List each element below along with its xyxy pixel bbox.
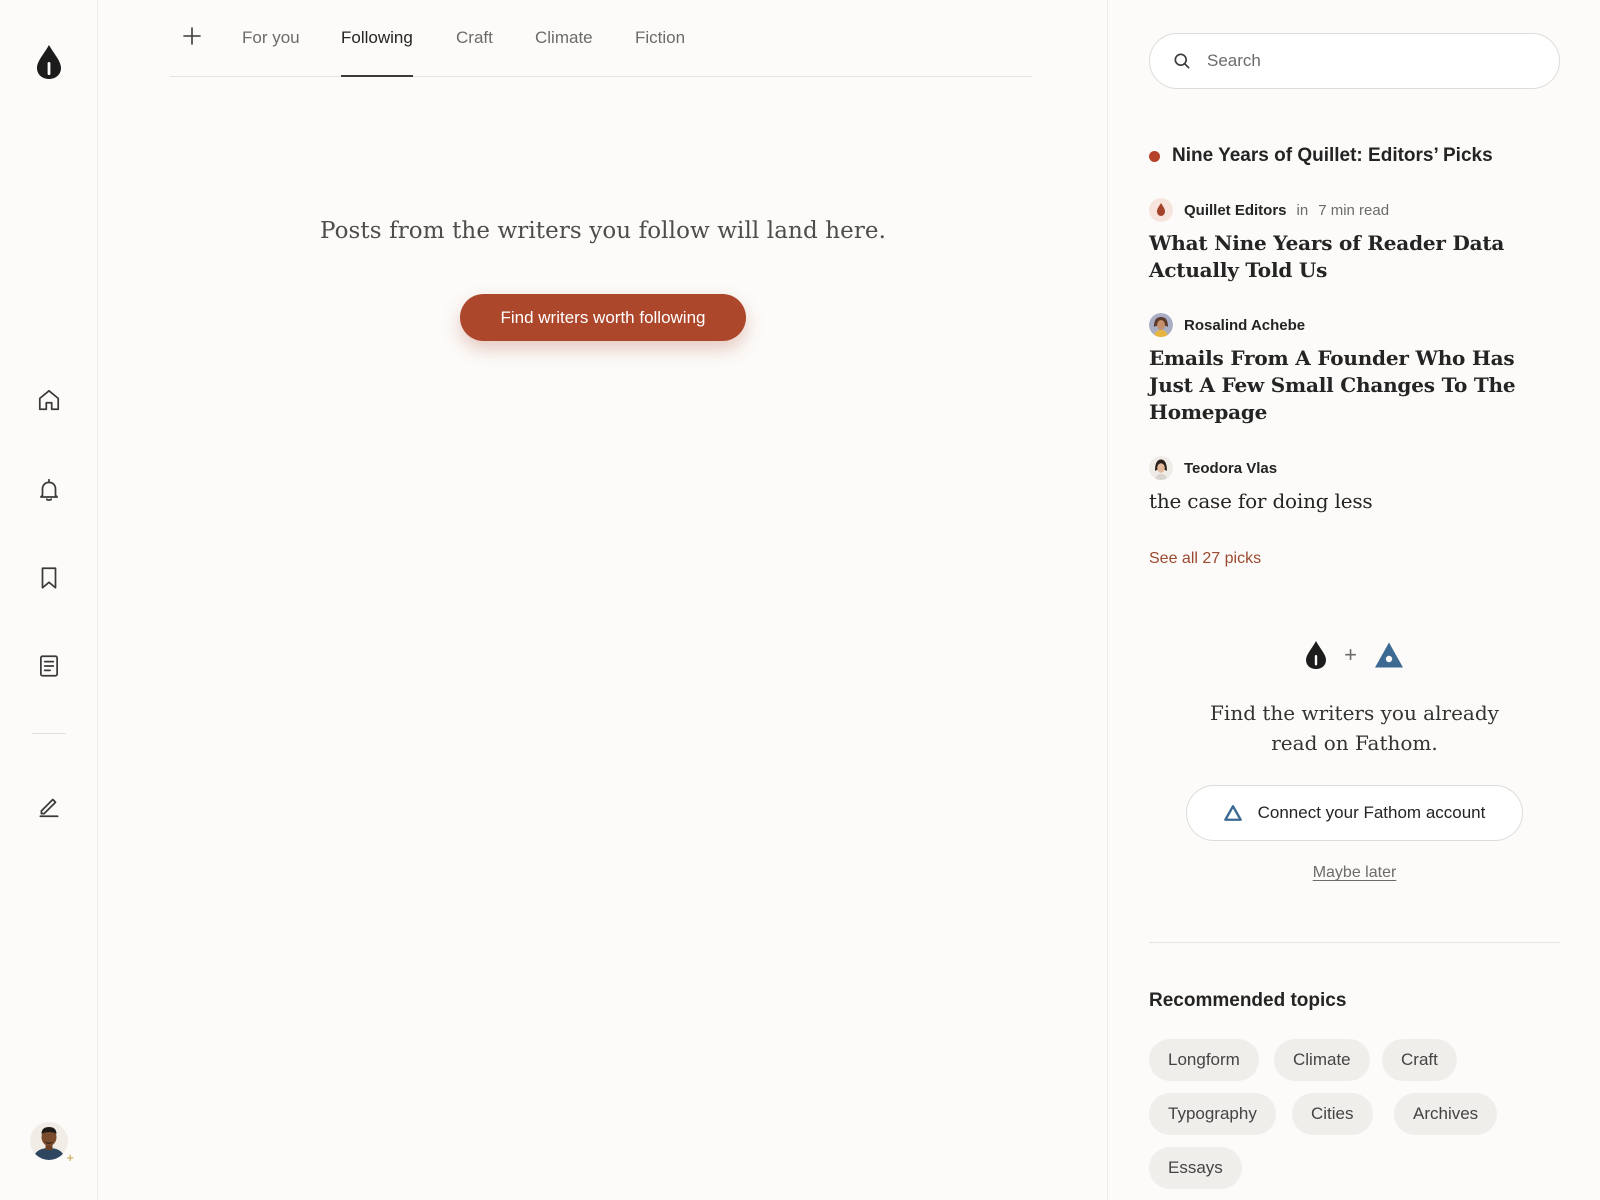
plus-sign: + (1344, 642, 1357, 667)
editors-picks-title: Nine Years of Quillet: Editors’ Picks (1172, 145, 1493, 166)
search-icon (1174, 53, 1190, 69)
pick-title[interactable]: What Nine Years of Reader Data Actually … (1149, 230, 1529, 284)
fathom-triangle-icon (1223, 805, 1242, 821)
topic-chip[interactable]: Climate (1274, 1039, 1370, 1081)
notifications-button[interactable] (29, 470, 69, 510)
pick-title[interactable]: the case for doing less (1149, 488, 1529, 515)
pick-meta: Teodora Vlas (1149, 456, 1529, 480)
rosalind-achebe-avatar[interactable] (1149, 313, 1173, 337)
tab-for-you[interactable]: For you (242, 28, 300, 76)
home-icon (38, 389, 60, 411)
pick-item: Rosalind Achebe Emails From A Founder Wh… (1149, 313, 1529, 426)
quill-drop-logo (1306, 641, 1327, 669)
tab-fiction[interactable]: Fiction (635, 28, 685, 76)
find-writers-button[interactable]: Find writers worth following (460, 294, 746, 341)
topic-chip[interactable]: Craft (1382, 1039, 1457, 1081)
pick-title[interactable]: Emails From A Founder Who Has Just A Few… (1149, 345, 1529, 426)
connect-text-line: Find the writers you already (1210, 701, 1499, 725)
rail-divider (32, 733, 66, 734)
empty-state-message: Posts from the writers you follow will l… (319, 218, 887, 244)
connect-fathom-card: + Find the writers you already read on F… (1149, 632, 1560, 892)
pick-item: Teodora Vlas the case for doing less (1149, 456, 1529, 515)
connect-description: Find the writers you already read on Fat… (1149, 698, 1560, 758)
editors-picks-heading: Nine Years of Quillet: Editors’ Picks (1149, 145, 1493, 167)
pick-author[interactable]: Teodora Vlas (1184, 460, 1277, 477)
pick-read-time: 7 min read (1318, 201, 1390, 219)
connect-logos: + (1149, 640, 1560, 670)
maybe-later-link[interactable]: Maybe later (1313, 864, 1397, 881)
see-all-picks-link[interactable]: See all 27 picks (1149, 550, 1261, 568)
feed-tabs: For you Following Craft Climate Fiction (170, 0, 1032, 77)
document-icon (40, 655, 58, 677)
user-avatar-button[interactable]: + (30, 1122, 76, 1168)
bookmark-icon (41, 567, 57, 589)
quillet-editors-avatar[interactable] (1149, 198, 1173, 222)
connect-fathom-button[interactable]: Connect your Fathom account (1186, 785, 1523, 841)
write-button[interactable] (29, 786, 69, 826)
recommended-topics-heading: Recommended topics (1149, 990, 1347, 1011)
search-bar[interactable] (1149, 33, 1560, 89)
app-window: + For you Following Craft Climate Fictio… (0, 0, 1600, 1200)
main-feed: For you Following Craft Climate Fiction … (98, 0, 1108, 1200)
search-input[interactable] (1207, 51, 1527, 71)
right-sidebar: Nine Years of Quillet: Editors’ Picks Qu… (1149, 0, 1561, 1200)
stories-button[interactable] (29, 646, 69, 686)
add-topic-button[interactable] (180, 24, 204, 48)
topic-chip[interactable]: Essays (1149, 1147, 1242, 1189)
live-dot (1149, 150, 1160, 162)
library-button[interactable] (29, 558, 69, 598)
pick-author[interactable]: Rosalind Achebe (1184, 317, 1305, 334)
sidebar-divider (1149, 942, 1560, 943)
tab-craft[interactable]: Craft (456, 28, 493, 76)
quill-drop-logo[interactable] (36, 44, 62, 80)
connect-text-line: read on Fathom. (1271, 731, 1438, 755)
left-rail: + (0, 0, 98, 1200)
pencil-icon (39, 798, 59, 818)
fathom-logo-icon (1374, 642, 1403, 668)
pick-meta: Rosalind Achebe (1149, 313, 1529, 337)
pick-item: Quillet Editors in 7 min read What Nine … (1149, 198, 1529, 284)
topic-chip[interactable]: Archives (1394, 1093, 1498, 1135)
plus-icon (183, 27, 201, 45)
topic-chip[interactable]: Cities (1292, 1093, 1373, 1135)
pick-in-label: in (1296, 201, 1309, 219)
topic-chip[interactable]: Longform (1149, 1039, 1259, 1081)
avatar (30, 1122, 68, 1160)
connect-fathom-label: Connect your Fathom account (1257, 803, 1486, 822)
teodora-vlas-avatar[interactable] (1149, 456, 1173, 480)
bell-icon (40, 478, 58, 501)
pick-meta: Quillet Editors in 7 min read (1149, 198, 1529, 222)
topic-chip[interactable]: Typography (1149, 1093, 1276, 1135)
pick-author[interactable]: Quillet Editors (1184, 202, 1287, 219)
sparkle-icon: + (66, 1150, 74, 1165)
tab-following[interactable]: Following (341, 28, 413, 77)
tab-climate[interactable]: Climate (535, 28, 593, 76)
home-button[interactable] (29, 380, 69, 420)
maybe-later-wrap: Maybe later (1149, 864, 1560, 882)
